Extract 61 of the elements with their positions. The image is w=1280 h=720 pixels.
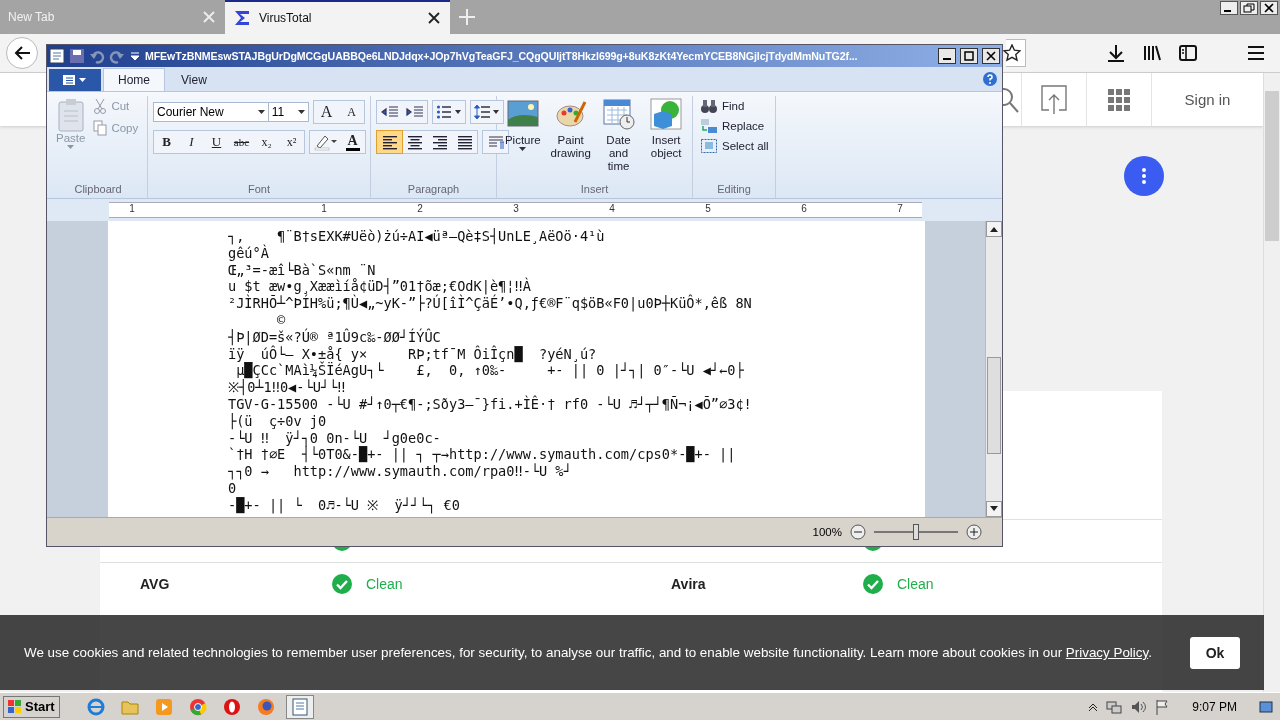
superscript-button[interactable]: x² [279,131,304,153]
document-line: ┐, ¶¨B†sEXK#Uëò)żú÷AI◀üª—Qè‡S┤UnLE¸AëOö·4¹ù [228,228,605,244]
insert-button[interactable]: Paint drawing [549,96,592,180]
insert-button[interactable]: Insert object [645,96,687,180]
italic-button[interactable]: I [179,131,204,153]
insert-button[interactable]: Picture [502,96,544,180]
zoom-reading: 100% [812,526,842,538]
ruler-number: 1 [321,203,327,214]
document-line: gêú°À [228,244,269,261]
grow-font-button[interactable]: A [314,101,339,123]
document-line: 0 [228,479,237,496]
document-line: Œ„³=-æî└Bà`S«nm ¨N [228,261,376,278]
sign-in-link[interactable]: Sign in [1151,73,1263,126]
document-line: -█+- || └ 0♬-└U ※ ÿ┘┘└┐ €0 [228,496,460,513]
ruler-number: 2 [417,203,423,214]
document-line: TGV-G-15500 -└U #┘↑0┬€¶-;Sðy3—¯}fi.+ÌÊ·† rf0 -└U ♬┘┬┘¶Ñ¬¡◀Õ”⌀3¢! [228,395,752,412]
browser-tab[interactable]: VirusTotal [225,0,450,34]
group-label: Clipboard [73,182,123,197]
document-line: -└U ‼ ÿ┘┐0 0n-└U ┘g0e0c- [228,429,441,446]
document-line: © [276,312,286,328]
editing-button[interactable]: Select all [698,136,770,156]
ruler-number: 3 [513,203,519,214]
ruler-number: 1 [129,203,135,214]
shrink-font-button[interactable]: A [339,101,364,123]
document-line: µ█ÇCc`MAì¼ŠÏéAgU┐└ £, 0, ↑0‰- +- || 0 |┘┐| 0″-└U ◀┘←0├ [236,362,744,379]
document-line: ïÿ_ úÔ└— X•±å{ y× RÞ;tf¯M ÔiÎçn█ ?yéN¸ú? [228,345,597,362]
group-label: Font [247,182,271,197]
editing-button[interactable]: Replace [698,116,770,136]
scan-result: Clean [366,576,403,592]
document-line: ┐┐0 → http://www.symauth.com/rpa0‼-└U %┘ [228,463,572,480]
ruler-number: 4 [609,203,615,214]
editing-button[interactable]: Find [698,96,770,116]
ruler-number: 5 [705,203,711,214]
font-name-field[interactable]: Courier New [153,102,269,122]
clock: 9:07 PM [1192,699,1237,714]
group-label: Paragraph [406,182,461,197]
document-line: ├(ü ç÷0v j0 [228,412,327,429]
engine-name: AVG [140,576,170,592]
document-line: ┤Þ|ØD=š«?Ú® ª1Û9c‰-ØØ┘ÍÝÛC [228,328,441,345]
ok-button[interactable]: Ok [1190,636,1240,669]
window-title: MFEwTzBNMEswSTAJBgUrDgMCGgUABBQe6LNDJdqx+JOp7hVgTeaGFJ_CQgQUljtT8Hkzl699g+8uK8zKt4YecmYCEB8NGjlcjTdydMmNuTG2f... [145,50,859,62]
ruler-number: 7 [897,203,903,214]
group-label: Editing [716,182,752,197]
ribbon-tab[interactable]: View [167,69,221,91]
scan-result: Clean [897,576,934,592]
document-line: u $t æw•g¸Xææìíå¢üD┤”01†õæ;€OdK|è¶¦‼À [228,278,531,295]
strikethrough-button[interactable]: abc [229,131,254,153]
group-label: Insert [579,182,610,197]
cookie-notice: We use cookies and related technologies to remember user preferences, for security, to analyse our traffic, and to enable website functionality. Learn more about cookies in our Privacy Policy. [24,645,1153,660]
insert-button[interactable]: Date and time [597,96,640,180]
document-line: `†H †⌀E ┤└0T0&-█+- || ┐ ┬→http://www.symauth.com/cps0*-█+- || [228,446,736,463]
underline-button[interactable]: U [204,131,229,153]
start-button[interactable]: Start [3,695,60,718]
document-line: ※┤0┴1‼0◀-└U┘└‼ [228,379,346,396]
bold-button[interactable]: B [154,131,179,153]
engine-name: Avira [671,576,706,592]
ruler-number: 6 [801,203,807,214]
ribbon-tab[interactable]: Home [103,68,165,91]
document-line: ²JÌRHÕ┴^ÞÍH%ü;¶Ù◀„~yK-”├?Ú[îÌ^ÇäÉ’•Q,ƒ€®F¨q$öB«F0|u0Þ┼KüÔ*,êß 8N [228,295,752,312]
font-size-field[interactable]: 11 [267,102,309,122]
subscript-button[interactable]: x₂ [254,131,279,153]
